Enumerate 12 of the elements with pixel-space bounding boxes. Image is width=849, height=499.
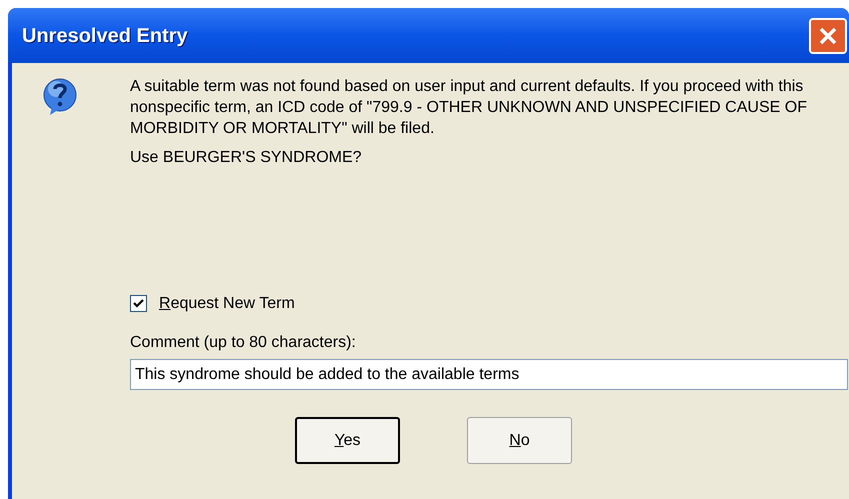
check-icon: [133, 299, 144, 308]
dialog-button[interactable]: No: [467, 417, 572, 464]
window-title: Unresolved Entry: [22, 24, 188, 48]
checkbox-label[interactable]: Request New Term: [159, 293, 295, 314]
comment-field[interactable]: This syndrome should be added to the available terms: [130, 359, 848, 390]
question-text: Use BEURGER'S SYNDROME?: [130, 148, 363, 168]
close-icon: [818, 26, 838, 46]
close-button[interactable]: [809, 18, 847, 54]
dialog-button[interactable]: Yes: [295, 417, 400, 464]
comment-label: Comment (up to 80 characters):: [130, 333, 357, 353]
message-text: A suitable term was not found based on user input and current defaults. If you proceed with this nonspecific term, an ICD code of "799.9 - OTHER UNKNOWN AND UNSPECIFIED CAUSE OF MORBIDITY OR MORTALITY" will be filed.: [130, 77, 808, 139]
checkbox[interactable]: [130, 295, 147, 312]
